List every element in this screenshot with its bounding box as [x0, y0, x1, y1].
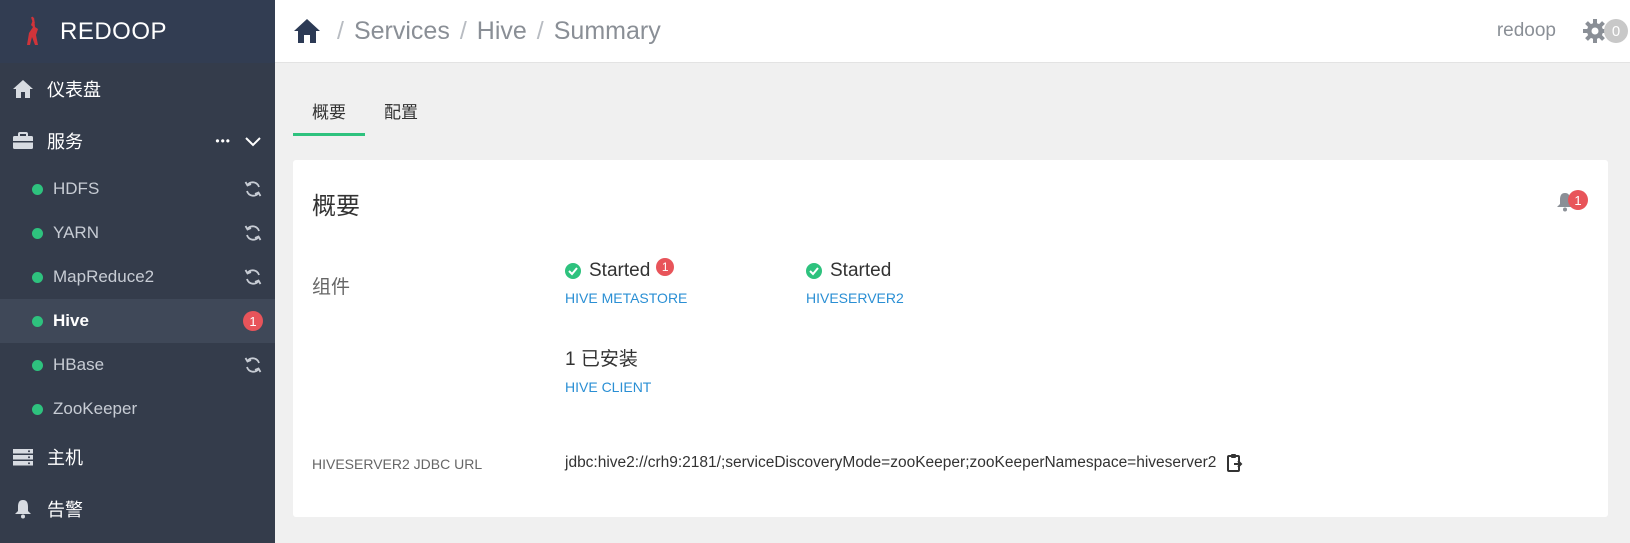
sidebar-item-services[interactable]: 服务 ••• — [0, 115, 275, 167]
status-dot — [32, 271, 43, 283]
redoop-logo-icon — [27, 16, 38, 45]
briefcase-icon — [12, 130, 34, 152]
card-title: 概要 — [312, 193, 360, 220]
home-icon[interactable] — [293, 17, 321, 45]
breadcrumb-services[interactable]: Services — [354, 17, 450, 46]
refresh-icon[interactable] — [243, 223, 263, 243]
tab-configs[interactable]: 配置 — [365, 90, 437, 136]
sidebar-item-label: HBase — [53, 355, 105, 374]
alert-count-badge[interactable]: 1 — [243, 311, 263, 331]
sidebar-item-hive[interactable]: Hive 1 — [0, 299, 275, 343]
brand-name: REDOOP — [60, 17, 168, 45]
sidebar-item-label: YARN — [53, 223, 99, 242]
sidebar-item-label: 仪表盘 — [47, 80, 101, 100]
check-circle-icon — [806, 263, 822, 279]
breadcrumb-separator: / — [459, 16, 467, 45]
component-alert-badge[interactable]: 1 — [656, 258, 675, 276]
component-status: Started — [830, 260, 892, 281]
component-hive-metastore: Started 1 HIVE METASTORE — [565, 258, 687, 306]
breadcrumb-separator: / — [536, 16, 544, 45]
sidebar-item-hosts[interactable]: 主机 — [0, 431, 275, 483]
sidebar-item-dashboard[interactable]: 仪表盘 — [0, 63, 275, 115]
background-ops-button[interactable]: 0 — [1582, 18, 1628, 44]
breadcrumb-hive[interactable]: Hive — [477, 17, 527, 46]
sidebar-item-label: HDFS — [53, 179, 100, 198]
status-dot — [32, 403, 43, 415]
component-hive-client: 1 已安装 HIVE CLIENT — [565, 344, 651, 395]
brand[interactable]: REDOOP — [0, 0, 275, 63]
status-dot — [32, 227, 43, 239]
home-icon — [12, 78, 34, 100]
sidebar-item-label: 告警 — [47, 500, 83, 520]
refresh-icon[interactable] — [243, 179, 263, 199]
status-dot — [32, 359, 43, 371]
sidebar-item-yarn[interactable]: YARN — [0, 211, 275, 255]
top-bar: / Services / Hive / Summary redoop 0 — [275, 0, 1630, 63]
components-label: 组件 — [312, 277, 351, 298]
client-installed-count: 1 已安装 — [565, 349, 638, 370]
refresh-icon[interactable] — [243, 355, 263, 375]
more-icon[interactable]: ••• — [215, 134, 231, 148]
tab-bar: 概要 配置 — [293, 90, 437, 136]
sidebar-item-alerts[interactable]: 告警 — [0, 483, 275, 535]
sidebar-item-label: MapReduce2 — [53, 267, 155, 286]
summary-card: 概要 1 组件 Started 1 HIVE METASTORE Started… — [293, 160, 1608, 517]
sidebar-item-zookeeper[interactable]: ZooKeeper — [0, 387, 275, 431]
sidebar-item-label: 主机 — [47, 448, 83, 468]
user-menu[interactable]: redoop — [1497, 20, 1556, 42]
bell-icon — [12, 498, 34, 520]
component-status: Started — [589, 260, 651, 281]
sidebar-item-hdfs[interactable]: HDFS — [0, 167, 275, 211]
tab-summary[interactable]: 概要 — [293, 90, 365, 136]
sidebar-item-label: ZooKeeper — [53, 399, 138, 418]
sidebar-item-label: Hive — [53, 311, 89, 330]
component-link[interactable]: HIVE CLIENT — [565, 379, 651, 395]
status-dot — [32, 183, 43, 195]
component-hiveserver2: Started HIVESERVER2 — [806, 260, 904, 306]
check-circle-icon — [565, 263, 581, 279]
jdbc-url-label: HIVESERVER2 JDBC URL — [312, 456, 483, 472]
breadcrumb-separator: / — [337, 16, 344, 45]
chevron-down-icon[interactable] — [245, 131, 261, 152]
breadcrumb: / Services / Hive / Summary — [275, 17, 1497, 46]
sidebar: REDOOP 仪表盘 服务 ••• HDFS YARN MapReduce2 Hive… — [0, 0, 275, 543]
sidebar-item-mapreduce2[interactable]: MapReduce2 — [0, 255, 275, 299]
jdbc-url-value: jdbc:hive2://crh9:2181/;serviceDiscovery… — [565, 454, 1217, 471]
server-icon — [12, 446, 34, 468]
status-dot — [32, 315, 43, 327]
ops-count-badge: 0 — [1604, 19, 1628, 43]
component-link[interactable]: HIVE METASTORE — [565, 290, 687, 306]
alert-count-badge: 1 — [1568, 190, 1588, 210]
service-alerts-button[interactable]: 1 — [1556, 190, 1588, 212]
sidebar-item-label: 服务 — [47, 132, 83, 152]
breadcrumb-summary: Summary — [553, 16, 661, 45]
component-link[interactable]: HIVESERVER2 — [806, 290, 904, 306]
sidebar-item-hbase[interactable]: HBase — [0, 343, 275, 387]
copy-icon[interactable] — [1226, 453, 1244, 473]
refresh-icon[interactable] — [243, 267, 263, 287]
